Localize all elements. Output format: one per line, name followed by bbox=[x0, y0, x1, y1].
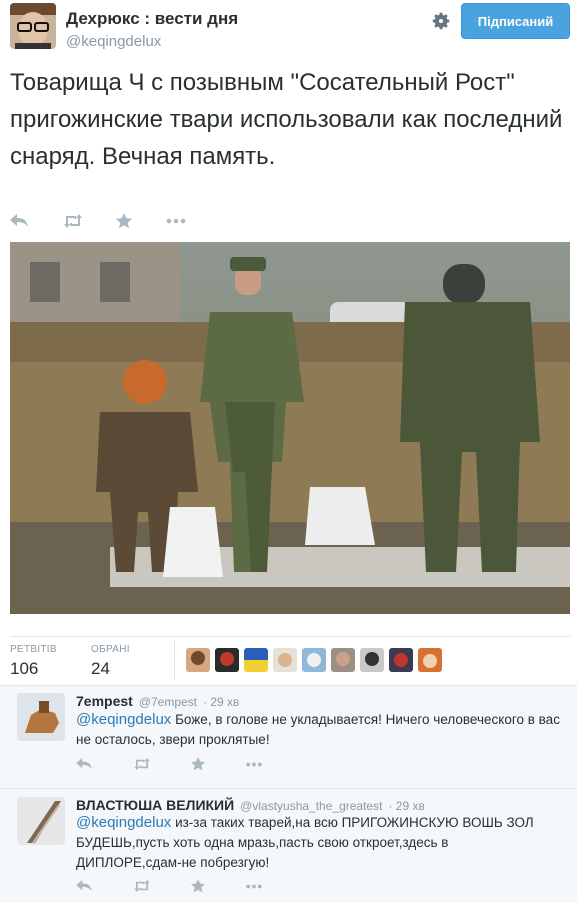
reply-timestamp[interactable]: · 29 хв bbox=[203, 695, 239, 709]
favoriter-avatar[interactable] bbox=[331, 648, 355, 672]
reply-avatar[interactable] bbox=[17, 693, 65, 741]
divider bbox=[10, 636, 570, 637]
tweet-text: Товарища Ч с позывным "Сосательный Рост"… bbox=[10, 69, 563, 170]
favoriter-avatar[interactable] bbox=[302, 648, 326, 672]
reply-icon[interactable] bbox=[10, 208, 28, 234]
reply-author-handle[interactable]: @7empest bbox=[139, 695, 197, 709]
reply-author-handle[interactable]: @vlastyusha_the_greatest bbox=[240, 799, 382, 813]
reply-author-name[interactable]: ВЛАСТЮША ВЕЛИКИЙ bbox=[76, 797, 234, 813]
favoriter-avatar[interactable] bbox=[215, 648, 239, 672]
favorite-icon[interactable] bbox=[191, 757, 205, 771]
favoriter-avatar[interactable] bbox=[389, 648, 413, 672]
favorite-icon[interactable] bbox=[116, 208, 132, 234]
favoriter-avatar[interactable] bbox=[418, 648, 442, 672]
reply-header: ВЛАСТЮША ВЕЛИКИЙ @vlastyusha_the_greates… bbox=[76, 797, 425, 813]
retweet-icon[interactable] bbox=[132, 758, 152, 770]
more-icon[interactable] bbox=[166, 208, 186, 234]
favoriter-avatar[interactable] bbox=[244, 648, 268, 672]
reply-timestamp[interactable]: · 29 хв bbox=[388, 799, 424, 813]
reply-icon[interactable] bbox=[76, 758, 92, 770]
author-handle[interactable]: @keqingdelux bbox=[66, 33, 161, 50]
reply-header: 7empest @7empest · 29 хв bbox=[76, 693, 239, 709]
retweet-icon[interactable] bbox=[132, 880, 152, 892]
reply-text: @keqingdelux из-за таких тварей,на всю П… bbox=[76, 813, 556, 873]
reply-icon[interactable] bbox=[76, 880, 92, 892]
retweets-stat[interactable]: РЕТВІТІВ 106 bbox=[10, 644, 57, 679]
favoriter-avatar[interactable] bbox=[186, 648, 210, 672]
author-name[interactable]: Дехрюкс : вести дня bbox=[66, 9, 238, 29]
favorites-label: ОБРАНІ bbox=[91, 644, 130, 655]
reply-mention[interactable]: @keqingdelux bbox=[76, 711, 171, 728]
gear-icon[interactable] bbox=[430, 10, 452, 32]
following-button[interactable]: Підписаний bbox=[461, 3, 570, 39]
favorite-icon[interactable] bbox=[191, 879, 205, 893]
reply-author-name[interactable]: 7empest bbox=[76, 693, 133, 709]
retweets-count: 106 bbox=[10, 659, 39, 678]
author-avatar[interactable] bbox=[10, 3, 56, 49]
reply-avatar[interactable] bbox=[17, 797, 65, 845]
favoriter-avatar[interactable] bbox=[360, 648, 384, 672]
favorites-count: 24 bbox=[91, 659, 110, 678]
tweet-photo[interactable] bbox=[10, 242, 570, 614]
divider bbox=[0, 685, 577, 686]
reply-mention[interactable]: @keqingdelux bbox=[76, 814, 171, 831]
retweets-label: РЕТВІТІВ bbox=[10, 644, 57, 655]
more-icon[interactable] bbox=[245, 762, 263, 767]
favoriter-avatar[interactable] bbox=[273, 648, 297, 672]
favorites-stat[interactable]: ОБРАНІ 24 bbox=[91, 644, 130, 679]
reply-text: @keqingdelux Боже, в голове не укладывае… bbox=[76, 710, 561, 750]
retweet-icon[interactable] bbox=[62, 208, 84, 234]
more-icon[interactable] bbox=[245, 884, 263, 889]
divider bbox=[174, 640, 175, 680]
divider bbox=[0, 788, 577, 789]
